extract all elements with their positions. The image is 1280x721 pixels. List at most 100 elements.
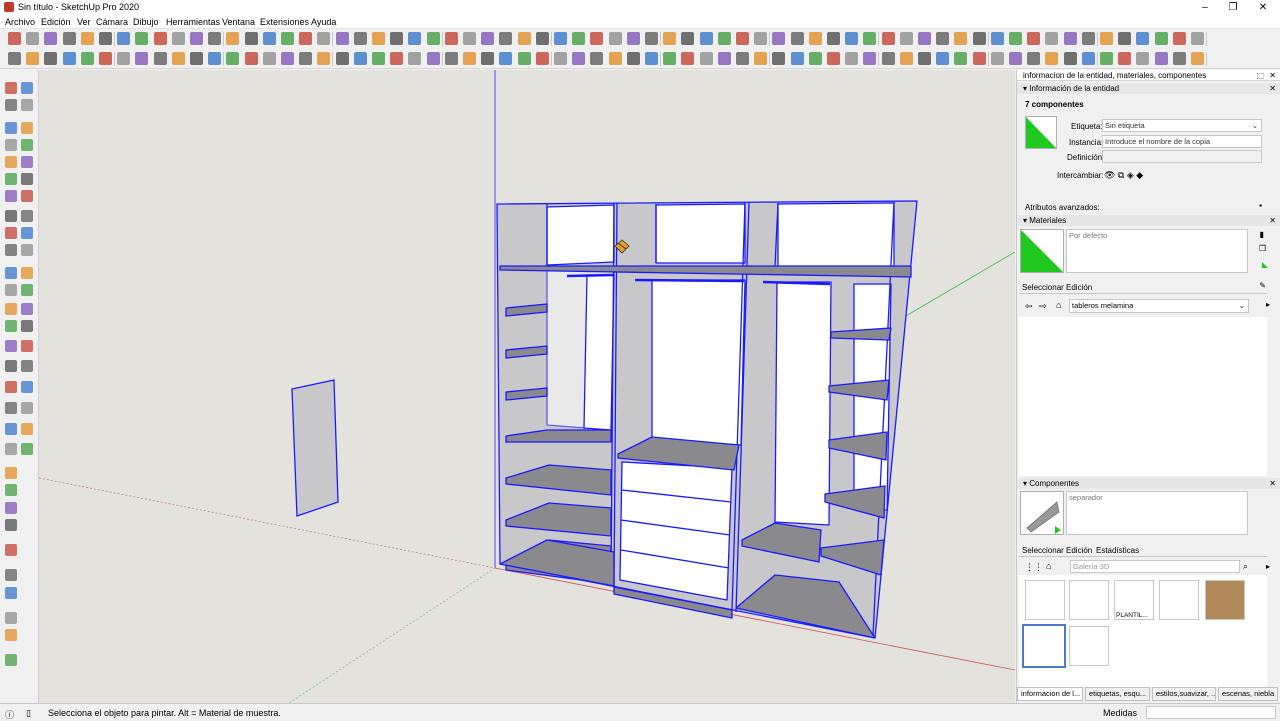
toolbar-tool-icon[interactable]: [99, 32, 112, 45]
toolbar-tool-icon[interactable]: [226, 32, 240, 45]
left-tool-icon[interactable]: [21, 99, 33, 111]
toolbar-tool-icon[interactable]: [463, 32, 476, 45]
toolbar-tool-icon[interactable]: [845, 32, 859, 45]
toolbar-tool-icon[interactable]: [208, 32, 222, 45]
toolbar-tool-icon[interactable]: [317, 32, 331, 45]
component-thumb-separador[interactable]: [1069, 626, 1109, 666]
toolbar-tool-icon[interactable]: [117, 32, 131, 45]
left-tool-icon[interactable]: [21, 423, 33, 435]
left-tool-icon[interactable]: [5, 82, 17, 94]
toolbar-tool-icon[interactable]: [62, 32, 76, 45]
home-icon[interactable]: ⌂: [1056, 300, 1061, 310]
toolbar-tool-icon[interactable]: [808, 32, 822, 45]
toolbar-tool-icon[interactable]: [1081, 52, 1095, 65]
toolbar-tool-icon[interactable]: [444, 52, 458, 65]
left-tool-icon[interactable]: [5, 190, 17, 202]
toolbar-tool-icon[interactable]: [645, 32, 658, 45]
toolbar-tool-icon[interactable]: [1027, 52, 1041, 65]
toolbar-tool-icon[interactable]: [663, 52, 677, 65]
toolbar-tool-icon[interactable]: [1136, 52, 1150, 65]
toolbar-tool-icon[interactable]: [827, 52, 840, 65]
toolbar-tool-icon[interactable]: [754, 52, 768, 65]
toolbar-tool-icon[interactable]: [554, 52, 567, 65]
toolbar-tool-icon[interactable]: [299, 32, 313, 45]
component-thumb-plantilla[interactable]: PLANTIL...: [1114, 580, 1154, 620]
materials-header[interactable]: ▾ Materiales: [1017, 215, 1280, 226]
menu-edicion[interactable]: Edición: [41, 17, 71, 27]
toolbar-tool-icon[interactable]: [1154, 52, 1168, 65]
toolbar-tool-icon[interactable]: [663, 32, 677, 45]
toolbar-tool-icon[interactable]: [808, 52, 822, 65]
close-window-button[interactable]: ✕: [1248, 0, 1278, 15]
left-tool-icon[interactable]: [5, 340, 17, 352]
toolbar-tool-icon[interactable]: [772, 32, 786, 45]
left-tool-icon[interactable]: [5, 569, 17, 581]
toolbar-tool-icon[interactable]: [1027, 32, 1041, 45]
toolbar-tool-icon[interactable]: [80, 52, 94, 65]
toolbar-tool-icon[interactable]: [335, 32, 349, 45]
toolbar-tool-icon[interactable]: [444, 32, 458, 45]
toolbar-tool-icon[interactable]: [535, 32, 549, 45]
back-arrow-icon[interactable]: ⇦: [1025, 301, 1033, 312]
toolbar-tool-icon[interactable]: [463, 52, 476, 65]
toolbar-tool-icon[interactable]: [845, 52, 859, 65]
toolbar-tool-icon[interactable]: [863, 52, 877, 65]
left-tool-icon[interactable]: [21, 402, 33, 414]
toolbar-tool-icon[interactable]: [899, 52, 913, 65]
toolbar-tool-icon[interactable]: [535, 52, 549, 65]
toolbar-tool-icon[interactable]: [171, 52, 185, 65]
search-icon[interactable]: ⌕: [1243, 561, 1248, 572]
toolbar-tool-icon[interactable]: [8, 52, 21, 65]
menu-ventana[interactable]: Ventana: [222, 17, 255, 27]
toolbar-tool-icon[interactable]: [171, 32, 185, 45]
left-tool-icon[interactable]: [21, 227, 33, 239]
toolbar-tool-icon[interactable]: [790, 52, 804, 65]
menu-camara[interactable]: Cámara: [96, 17, 128, 27]
swap-toggles[interactable]: 👁 ⧉ ◈ ◆: [1104, 170, 1143, 181]
left-tool-icon[interactable]: [21, 139, 33, 151]
toolbar-tool-icon[interactable]: [408, 52, 422, 65]
toolbar-tool-icon[interactable]: [426, 52, 440, 65]
components-header[interactable]: ▾ Componentes: [1017, 478, 1280, 489]
toolbar-tool-icon[interactable]: [881, 32, 895, 45]
toolbar-tool-icon[interactable]: [681, 32, 695, 45]
toolbar-tool-icon[interactable]: [626, 32, 640, 45]
toolbar-tool-icon[interactable]: [918, 32, 931, 45]
toolbar-tool-icon[interactable]: [1045, 32, 1059, 45]
left-tool-icon[interactable]: [5, 544, 17, 556]
left-tool-icon[interactable]: [21, 381, 33, 393]
left-tool-icon[interactable]: [5, 360, 17, 372]
toolbar-tool-icon[interactable]: [153, 32, 167, 45]
left-tool-icon[interactable]: [21, 284, 33, 296]
components-tab-select[interactable]: Seleccionar: [1022, 546, 1064, 555]
toolbar-tool-icon[interactable]: [353, 52, 367, 65]
component-thumb-panel[interactable]: [1069, 580, 1109, 620]
left-tool-icon[interactable]: [5, 156, 17, 168]
left-tool-icon[interactable]: [21, 320, 33, 332]
toolbar-tool-icon[interactable]: [262, 52, 276, 65]
left-tool-icon[interactable]: [21, 122, 33, 134]
toolbar-tool-icon[interactable]: [936, 32, 950, 45]
toolbar-tool-icon[interactable]: [1172, 32, 1186, 45]
toolbar-tool-icon[interactable]: [281, 52, 294, 65]
toolbar-tool-icon[interactable]: [972, 32, 986, 45]
left-tool-icon[interactable]: [5, 423, 17, 435]
menu-ayuda[interactable]: Ayuda: [311, 17, 336, 27]
toolbar-tool-icon[interactable]: [954, 32, 968, 45]
toolbar-tool-icon[interactable]: [1136, 32, 1150, 45]
toolbar-tool-icon[interactable]: [881, 52, 895, 65]
toolbar-tool-icon[interactable]: [990, 52, 1004, 65]
tray-tab-entity-info[interactable]: informacion de l...: [1017, 687, 1083, 701]
toolbar-tool-icon[interactable]: [26, 32, 40, 45]
eyedropper-icon[interactable]: ✎: [1259, 281, 1266, 290]
instance-name-input[interactable]: Introduce el nombre de la copia: [1102, 135, 1262, 148]
left-tool-icon[interactable]: [5, 303, 17, 315]
toolbar-tool-icon[interactable]: [99, 52, 112, 65]
minimize-button[interactable]: –: [1190, 0, 1220, 15]
left-tool-icon[interactable]: [21, 340, 33, 352]
toolbar-tool-icon[interactable]: [226, 52, 240, 65]
toolbar-tool-icon[interactable]: [590, 32, 604, 45]
toolbar-tool-icon[interactable]: [372, 52, 385, 65]
toolbar-tool-icon[interactable]: [1063, 52, 1077, 65]
toolbar-tool-icon[interactable]: [426, 32, 440, 45]
